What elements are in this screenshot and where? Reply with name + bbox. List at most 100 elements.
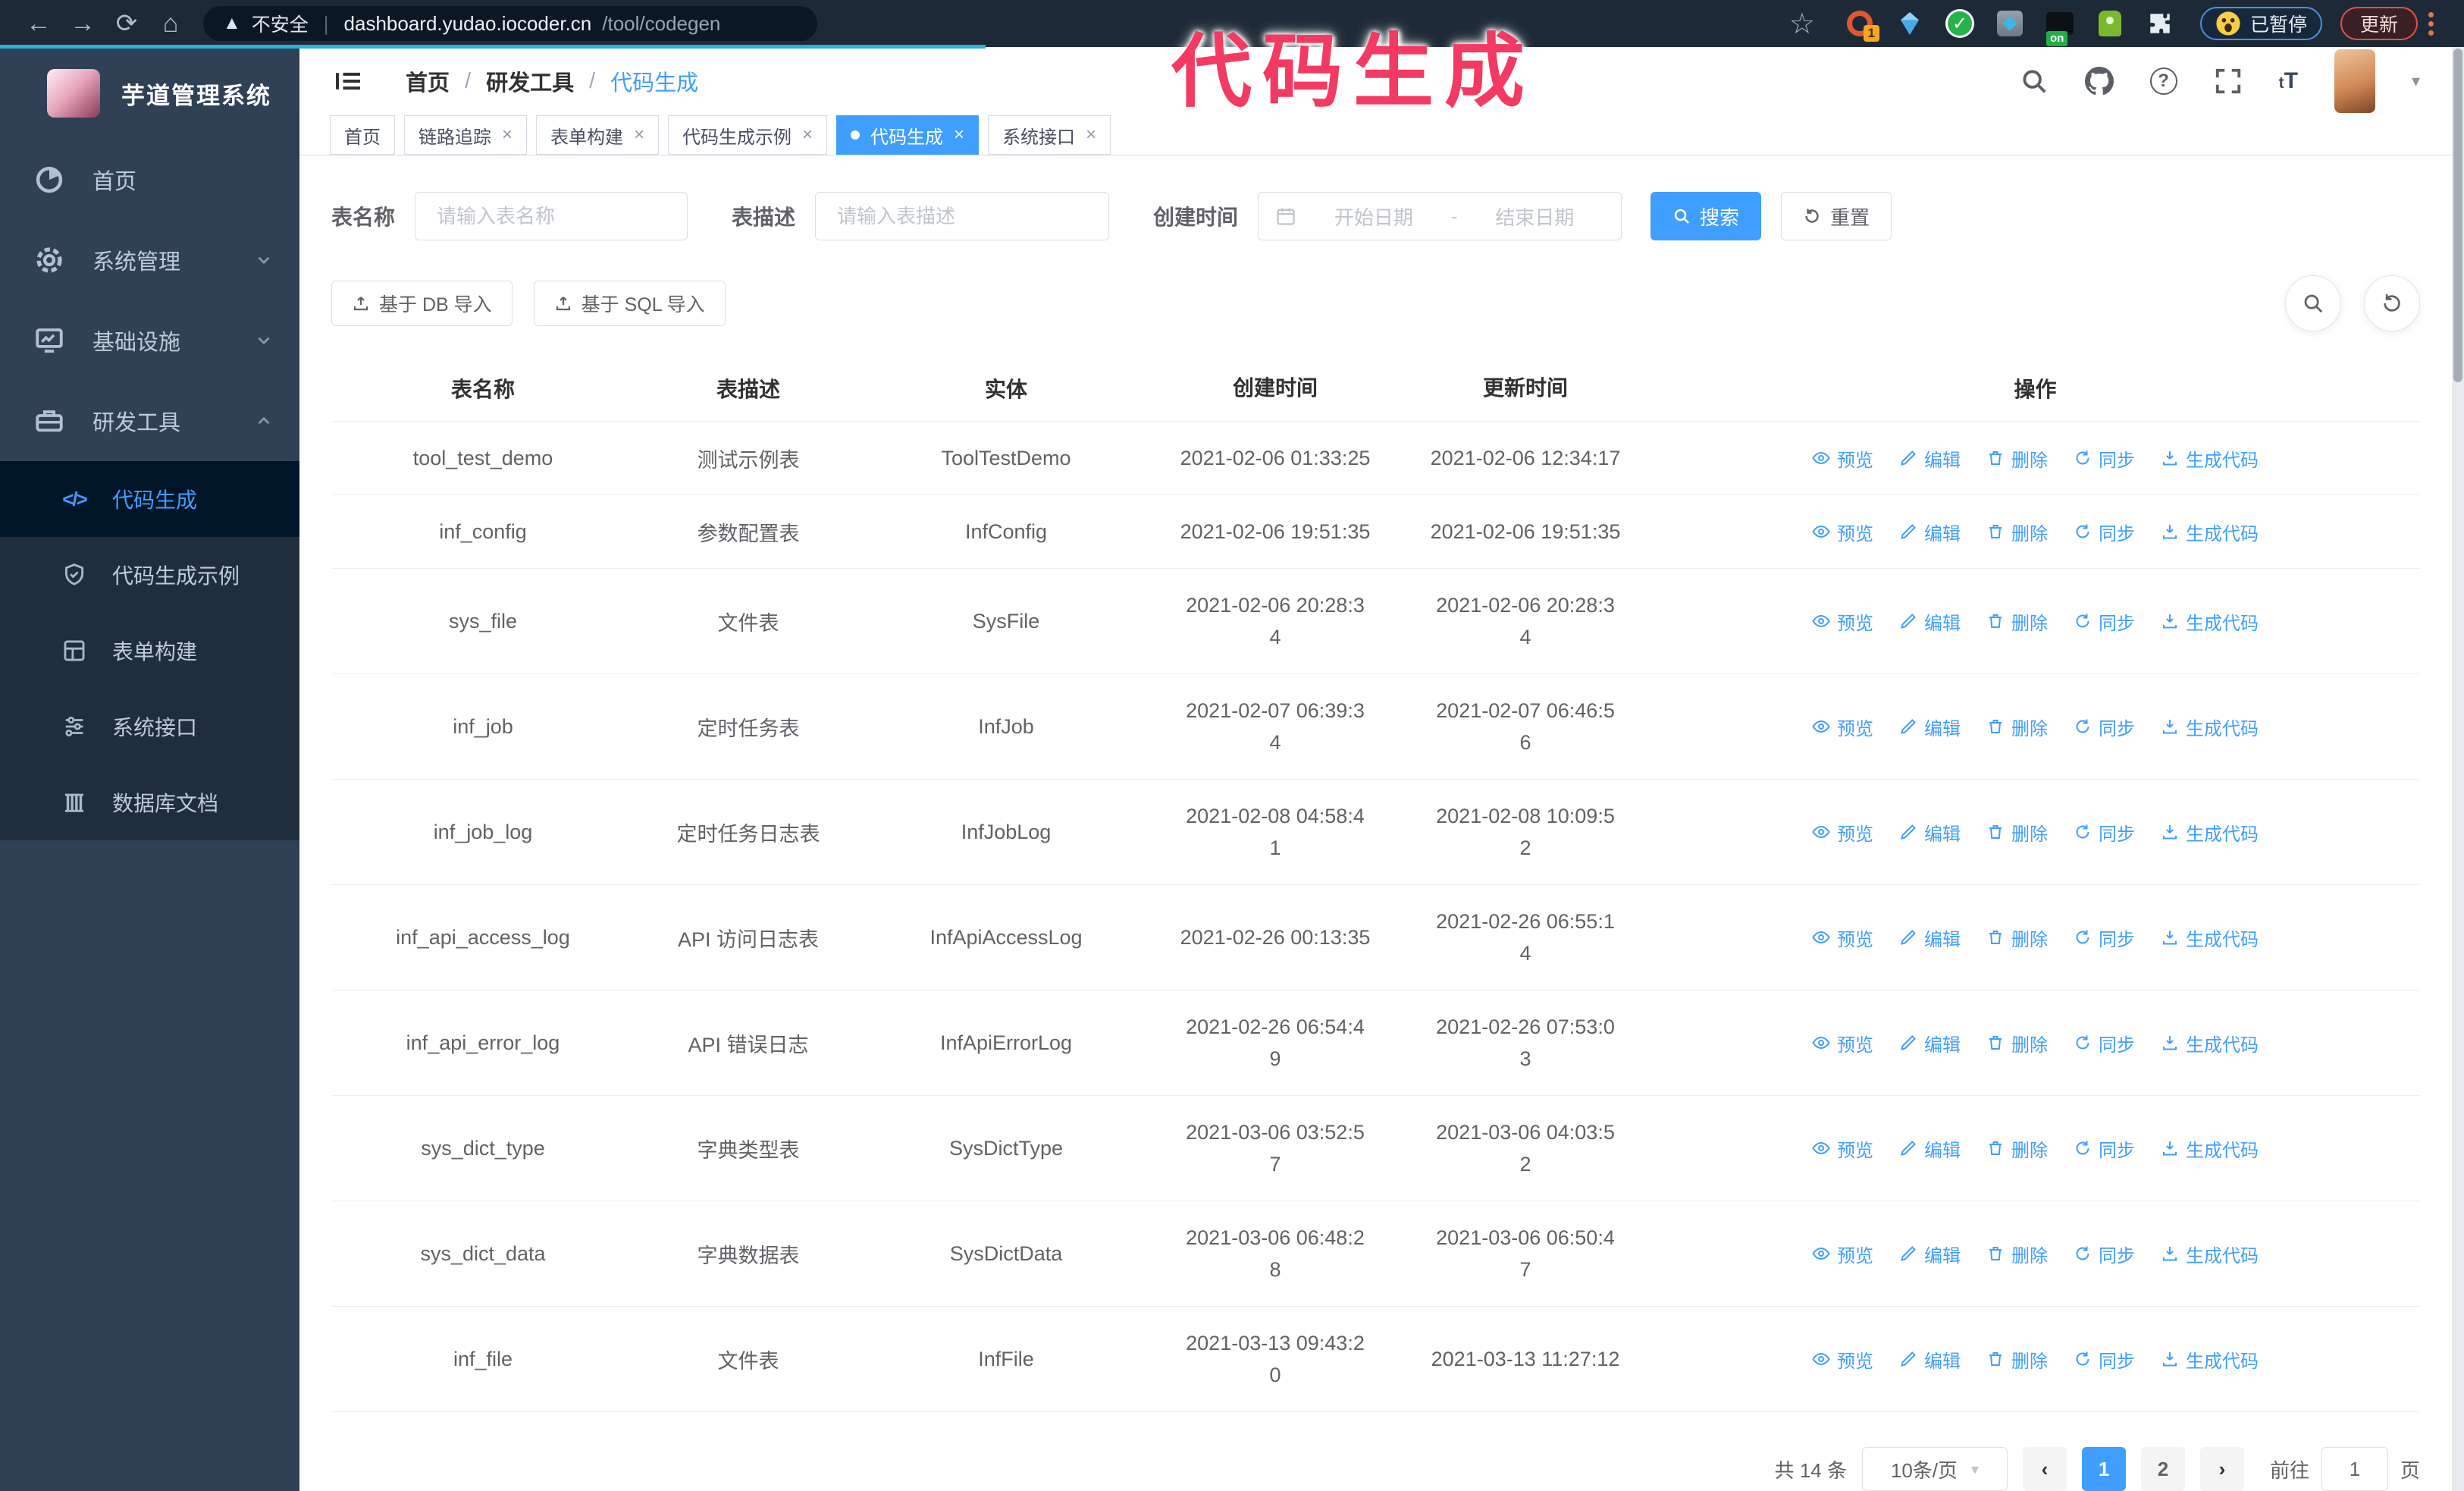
sidebar-item-infrastructure[interactable]: 基础设施 bbox=[0, 300, 299, 381]
reset-button[interactable]: 重置 bbox=[1781, 192, 1892, 240]
sidebar-subitem-form-builder[interactable]: 表单构建 bbox=[0, 613, 299, 689]
table-row[interactable]: inf_api_error_log API 错误日志 InfApiErrorLo… bbox=[331, 990, 2420, 1095]
extension-grid-icon[interactable] bbox=[1995, 8, 2025, 39]
sidebar-logo-row[interactable]: 芋道管理系统 bbox=[0, 47, 299, 140]
delete-link[interactable]: 删除 bbox=[1986, 1346, 2048, 1373]
table-row[interactable]: inf_config 参数配置表 InfConfig 2021-02-06 19… bbox=[331, 494, 2420, 568]
preview-link[interactable]: 预览 bbox=[1812, 924, 1873, 951]
address-bar[interactable]: ▲ 不安全 | dashboard.yudao.iocoder.cn/tool/… bbox=[203, 6, 817, 41]
sidebar-item-system[interactable]: 系统管理 bbox=[0, 220, 299, 300]
extension-gem-icon[interactable] bbox=[1895, 8, 1925, 39]
browser-back-icon[interactable]: ← bbox=[17, 9, 61, 39]
page-size-select[interactable]: 10条/页 ▾ bbox=[1861, 1447, 2008, 1491]
delete-link[interactable]: 删除 bbox=[1986, 608, 2048, 635]
table-row[interactable]: inf_job_log 定时任务日志表 InfJobLog 2021-02-08… bbox=[331, 779, 2420, 884]
user-avatar[interactable] bbox=[2334, 49, 2375, 113]
close-icon[interactable]: × bbox=[802, 124, 813, 146]
generate-code-link[interactable]: 生成代码 bbox=[2161, 924, 2259, 951]
sync-link[interactable]: 同步 bbox=[2074, 714, 2135, 740]
browser-forward-icon[interactable]: → bbox=[61, 9, 105, 39]
table-row[interactable]: sys_file 文件表 SysFile 2021-02-06 20:28:3 … bbox=[331, 568, 2420, 673]
sync-link[interactable]: 同步 bbox=[2074, 1135, 2135, 1162]
tab-home[interactable]: 首页 bbox=[330, 115, 395, 155]
generate-code-link[interactable]: 生成代码 bbox=[2161, 1346, 2259, 1373]
edit-link[interactable]: 编辑 bbox=[1899, 608, 1961, 635]
close-icon[interactable]: × bbox=[954, 124, 964, 146]
browser-update-button[interactable]: 更新 bbox=[2340, 7, 2418, 40]
table-row[interactable]: inf_file 文件表 InfFile 2021-03-13 09:43:2 … bbox=[331, 1306, 2420, 1411]
generate-code-link[interactable]: 生成代码 bbox=[2161, 1241, 2259, 1267]
table-desc-input[interactable] bbox=[815, 192, 1110, 240]
github-icon[interactable] bbox=[2084, 67, 2114, 96]
next-page-button[interactable]: › bbox=[2199, 1447, 2244, 1491]
font-size-icon[interactable]: tT bbox=[2279, 68, 2298, 94]
preview-link[interactable]: 预览 bbox=[1812, 819, 1873, 846]
search-icon[interactable] bbox=[2020, 67, 2049, 96]
browser-menu-icon[interactable] bbox=[2428, 11, 2434, 36]
avatar-caret-icon[interactable]: ▾ bbox=[2412, 71, 2420, 91]
edit-link[interactable]: 编辑 bbox=[1899, 445, 1961, 472]
import-db-button[interactable]: 基于 DB 导入 bbox=[331, 281, 513, 326]
scrollbar-thumb[interactable] bbox=[2453, 49, 2462, 382]
date-range-picker[interactable]: 开始日期 - 结束日期 bbox=[1258, 192, 1622, 240]
sync-link[interactable]: 同步 bbox=[2074, 1346, 2135, 1373]
preview-link[interactable]: 预览 bbox=[1812, 1030, 1873, 1056]
generate-code-link[interactable]: 生成代码 bbox=[2161, 819, 2259, 846]
delete-link[interactable]: 删除 bbox=[1986, 714, 2048, 740]
sidebar-item-dev-tools[interactable]: 研发工具 bbox=[0, 381, 299, 461]
edit-link[interactable]: 编辑 bbox=[1899, 924, 1961, 951]
generate-code-link[interactable]: 生成代码 bbox=[2161, 445, 2259, 472]
delete-link[interactable]: 删除 bbox=[1986, 1135, 2048, 1162]
sync-link[interactable]: 同步 bbox=[2074, 608, 2135, 635]
page-scrollbar[interactable] bbox=[2452, 47, 2464, 1491]
breadcrumb-home[interactable]: 首页 bbox=[406, 65, 450, 97]
sync-link[interactable]: 同步 bbox=[2074, 1030, 2135, 1056]
page-button-1[interactable]: 1 bbox=[2081, 1447, 2126, 1491]
edit-link[interactable]: 编辑 bbox=[1899, 1241, 1961, 1267]
bookmark-star-icon[interactable]: ☆ bbox=[1789, 7, 1815, 41]
page-button-2[interactable]: 2 bbox=[2140, 1447, 2185, 1491]
browser-home-icon[interactable]: ⌂ bbox=[149, 9, 193, 39]
extension-on-icon[interactable]: on bbox=[2045, 8, 2075, 46]
table-row[interactable]: tool_test_demo 测试示例表 ToolTestDemo 2021-0… bbox=[331, 421, 2420, 494]
profile-paused-chip[interactable]: 已暂停 bbox=[2199, 7, 2322, 40]
sync-link[interactable]: 同步 bbox=[2074, 1241, 2135, 1267]
delete-link[interactable]: 删除 bbox=[1986, 1241, 2048, 1267]
goto-page-input[interactable] bbox=[2321, 1447, 2388, 1491]
sync-link[interactable]: 同步 bbox=[2074, 445, 2135, 472]
hamburger-icon[interactable] bbox=[331, 66, 366, 96]
generate-code-link[interactable]: 生成代码 bbox=[2161, 714, 2259, 740]
extension-orange-icon[interactable]: 1 bbox=[1845, 8, 1879, 42]
edit-link[interactable]: 编辑 bbox=[1899, 819, 1961, 846]
extensions-puzzle-icon[interactable] bbox=[2145, 8, 2175, 39]
table-row[interactable]: sys_dict_data 字典数据表 SysDictData 2021-03-… bbox=[331, 1201, 2420, 1306]
help-icon[interactable]: ? bbox=[2149, 67, 2177, 95]
generate-code-link[interactable]: 生成代码 bbox=[2161, 608, 2259, 635]
delete-link[interactable]: 删除 bbox=[1986, 519, 2048, 545]
preview-link[interactable]: 预览 bbox=[1812, 608, 1873, 635]
preview-link[interactable]: 预览 bbox=[1812, 714, 1873, 740]
tab-codegen[interactable]: 代码生成 × bbox=[836, 115, 980, 155]
generate-code-link[interactable]: 生成代码 bbox=[2161, 519, 2259, 545]
preview-link[interactable]: 预览 bbox=[1812, 519, 1873, 545]
tab-form-builder[interactable]: 表单构建 × bbox=[536, 115, 660, 155]
refresh-table-button[interactable] bbox=[2364, 275, 2420, 331]
edit-link[interactable]: 编辑 bbox=[1899, 1030, 1961, 1056]
preview-link[interactable]: 预览 bbox=[1812, 1241, 1873, 1267]
import-sql-button[interactable]: 基于 SQL 导入 bbox=[533, 281, 726, 326]
preview-link[interactable]: 预览 bbox=[1812, 1346, 1873, 1373]
preview-link[interactable]: 预览 bbox=[1812, 1135, 1873, 1162]
edit-link[interactable]: 编辑 bbox=[1899, 714, 1961, 740]
sync-link[interactable]: 同步 bbox=[2074, 519, 2135, 545]
edit-link[interactable]: 编辑 bbox=[1899, 1346, 1961, 1373]
fullscreen-icon[interactable] bbox=[2214, 67, 2243, 96]
close-icon[interactable]: × bbox=[634, 124, 644, 146]
delete-link[interactable]: 删除 bbox=[1986, 924, 2048, 951]
sidebar-subitem-codegen-example[interactable]: 代码生成示例 bbox=[0, 537, 299, 613]
preview-link[interactable]: 预览 bbox=[1812, 445, 1873, 472]
close-icon[interactable]: × bbox=[1086, 124, 1096, 146]
table-row[interactable]: sys_dict_type 字典类型表 SysDictType 2021-03-… bbox=[331, 1095, 2420, 1201]
browser-reload-icon[interactable]: ⟳ bbox=[105, 8, 149, 39]
sync-link[interactable]: 同步 bbox=[2074, 924, 2135, 951]
edit-link[interactable]: 编辑 bbox=[1899, 1135, 1961, 1162]
